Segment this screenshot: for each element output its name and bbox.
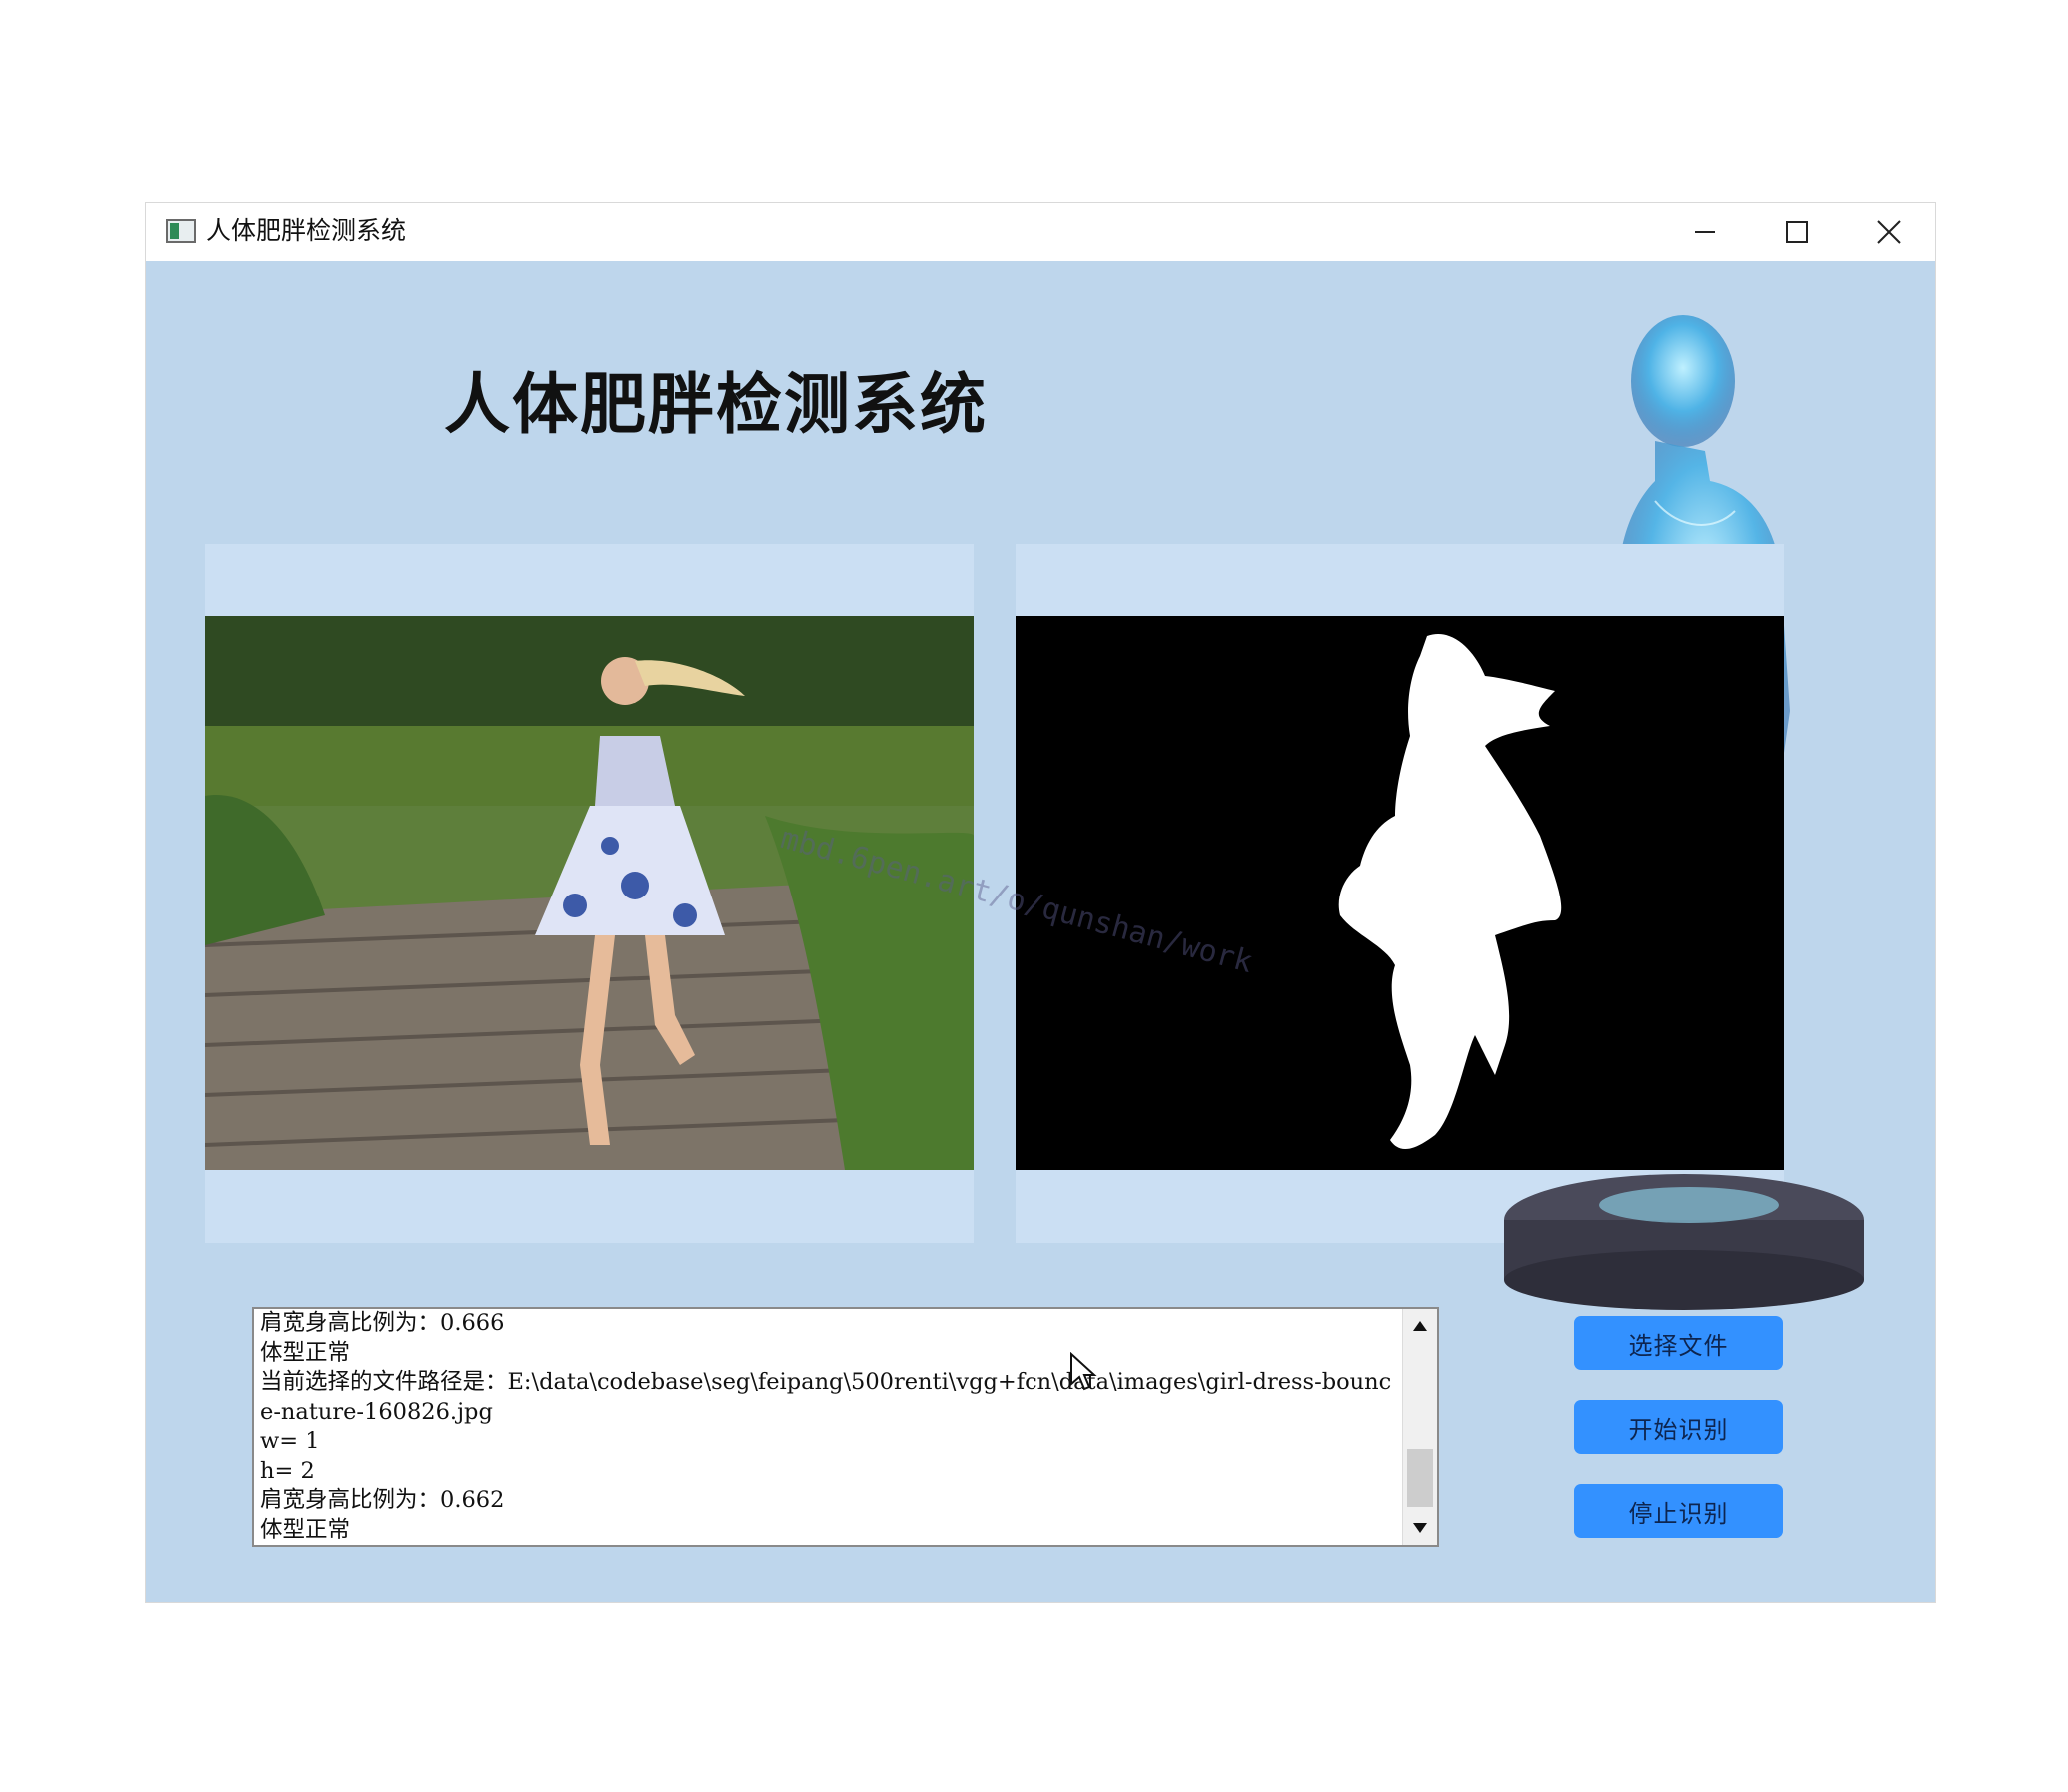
app-window: 人体肥胖检测系统 人体肥胖检测系统 mbd.6pen.art/o/qunshan… (146, 203, 1935, 1602)
log-content: 肩宽身高比例为：0.666 体型正常 当前选择的文件路径是：E:\data\co… (260, 1309, 1399, 1545)
close-icon (1877, 220, 1901, 244)
close-button[interactable] (1843, 203, 1935, 261)
log-line: 当前选择的文件路径是：E:\data\codebase\seg\feipang\… (260, 1369, 1392, 1425)
background-editor-code (143, 190, 1932, 204)
segmentation-result-panel (1016, 544, 1784, 1243)
log-line: 肩宽身高比例为：0.666 (260, 1310, 505, 1336)
page-title: 人体肥胖检测系统 (444, 366, 988, 443)
scroll-up-button[interactable] (1403, 1309, 1437, 1343)
scroll-down-button[interactable] (1403, 1511, 1437, 1545)
window-title: 人体肥胖检测系统 (206, 216, 407, 245)
segmentation-mask-image (1016, 616, 1784, 1170)
log-line: 体型正常 (260, 1516, 351, 1543)
result-log-textbox[interactable]: 肩宽身高比例为：0.666 体型正常 当前选择的文件路径是：E:\data\co… (252, 1307, 1439, 1547)
triangle-up-icon (1413, 1321, 1427, 1331)
log-line: h= 2 (260, 1457, 315, 1484)
select-file-button[interactable]: 选择文件 (1574, 1316, 1783, 1370)
maximize-button[interactable] (1751, 203, 1843, 261)
log-line: 体型正常 (260, 1339, 351, 1366)
app-window-icon (166, 219, 196, 243)
scroll-thumb[interactable] (1407, 1449, 1433, 1507)
minimize-button[interactable] (1659, 203, 1751, 261)
vertical-scrollbar[interactable] (1402, 1309, 1437, 1545)
title-bar[interactable]: 人体肥胖检测系统 (146, 203, 1935, 261)
minimize-icon (1695, 231, 1715, 233)
triangle-down-icon (1413, 1523, 1427, 1533)
pedestal-illustration (1504, 1174, 1864, 1310)
log-line: 肩宽身高比例为：0.662 (260, 1487, 505, 1513)
original-image-panel (205, 544, 974, 1243)
start-recognition-button[interactable]: 开始识别 (1574, 1400, 1783, 1454)
mouse-pointer-icon (1070, 1352, 1097, 1391)
client-area: 人体肥胖检测系统 mbd.6pen.art/o/qunshan/work 肩宽身… (146, 261, 1935, 1602)
stop-recognition-button[interactable]: 停止识别 (1574, 1484, 1783, 1538)
maximize-icon (1786, 221, 1808, 243)
input-photo (205, 616, 974, 1170)
log-line: w= 1 (260, 1428, 320, 1454)
